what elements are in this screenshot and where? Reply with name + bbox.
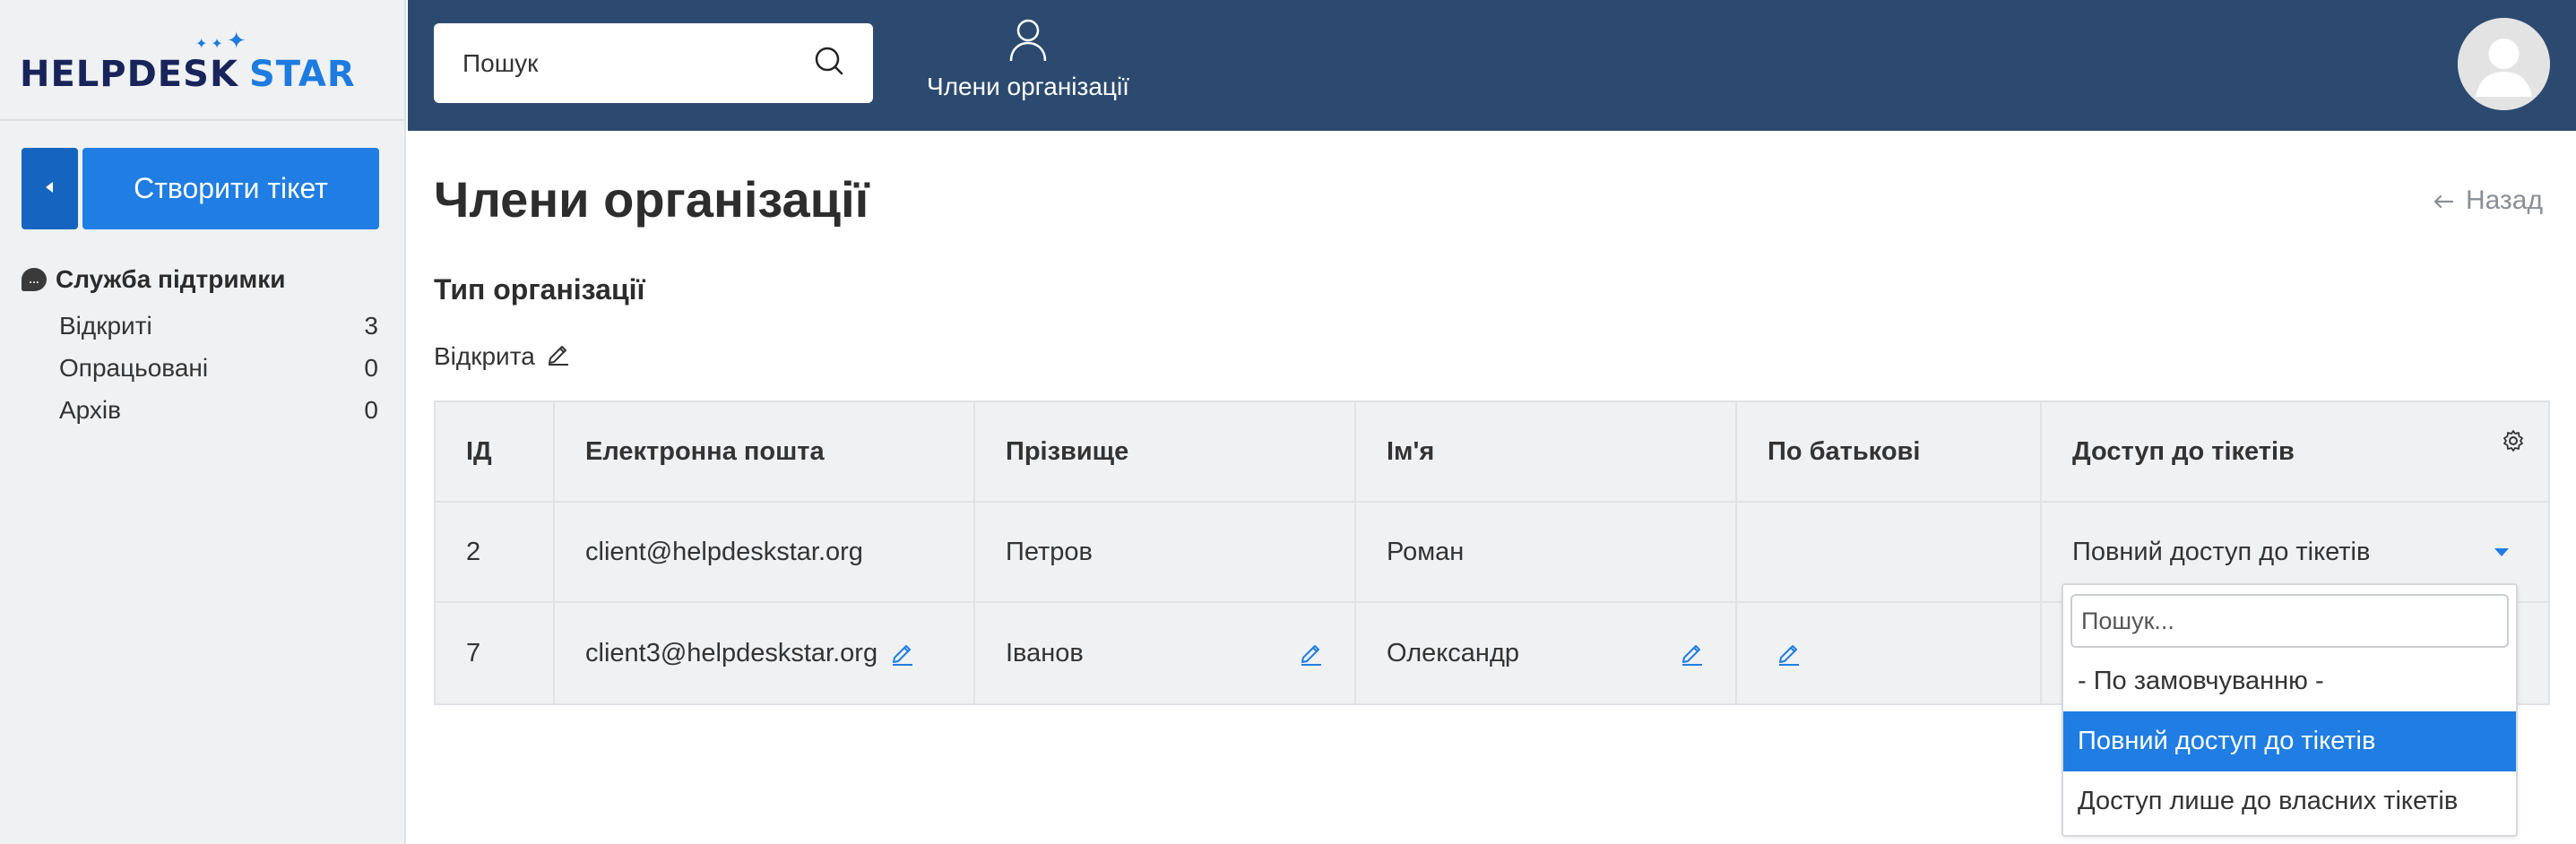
logo-stars-icon: ✦✦✦	[195, 27, 250, 54]
select-value: Повний доступ до тікетів	[2072, 538, 2518, 567]
chat-bubble-icon: …	[22, 268, 47, 291]
cell-last-name-value: Іванов	[1006, 638, 1084, 667]
caret-left-icon	[45, 181, 55, 197]
brand-name-part1: HELPDESK	[20, 54, 238, 95]
cell-first-name: Олександр	[1356, 603, 1737, 703]
select-value-label: Повний доступ до тікетів	[2072, 537, 2371, 566]
cell-id: 2	[436, 503, 555, 601]
create-ticket-group: Створити тікет	[22, 148, 379, 229]
user-icon	[1008, 19, 1048, 66]
cell-email: client@helpdeskstar.org	[555, 503, 975, 601]
sidebar: ✦✦✦ HELPDESK STAR Створити тікет … Служба…	[0, 0, 406, 844]
brand-logo[interactable]: HELPDESK STAR	[20, 54, 356, 95]
sidebar-item-open[interactable]: Відкриті 3	[59, 305, 378, 347]
table-header-row: ІД Електронна пошта Прізвище Ім'я По бат…	[436, 402, 2548, 503]
dropdown-option-own-tickets[interactable]: Доступ лише до власних тікетів	[2063, 771, 2516, 831]
create-ticket-button[interactable]: Створити тікет	[82, 148, 379, 229]
logo-area: ✦✦✦ HELPDESK STAR	[0, 0, 404, 121]
cell-middle-name	[1737, 503, 2042, 601]
cell-middle-name	[1737, 603, 2042, 703]
avatar[interactable]	[2458, 18, 2550, 110]
dropdown-search-input[interactable]	[2081, 607, 2498, 635]
sidebar-item-processed[interactable]: Опрацьовані 0	[59, 347, 378, 389]
nav-members-label: Члени організації	[927, 73, 1129, 100]
back-label: Назад	[2466, 185, 2543, 215]
dropdown-option-default[interactable]: - По замовчуванню -	[2063, 651, 2516, 711]
search-icon[interactable]	[814, 46, 844, 81]
cell-email-value: client3@helpdeskstar.org	[585, 638, 878, 667]
caret-down-icon	[2494, 547, 2509, 556]
cell-last-name: Петров	[975, 503, 1356, 601]
search-input[interactable]	[462, 48, 814, 78]
support-title-label: Служба підтримки	[56, 265, 286, 293]
column-header-id[interactable]: ІД	[436, 402, 555, 501]
ticket-access-dropdown: - По замовчуванню - Повний доступ до тік…	[2062, 583, 2518, 837]
edit-org-type-icon[interactable]	[546, 340, 571, 372]
column-header-last-name[interactable]: Прізвище	[975, 402, 1356, 501]
sidebar-item-count: 3	[364, 311, 378, 340]
sidebar-item-label: Відкриті	[59, 311, 152, 340]
support-section-title[interactable]: … Служба підтримки	[22, 265, 285, 294]
ticket-menu: Відкриті 3 Опрацьовані 0 Архів 0	[59, 305, 378, 431]
top-bar: Члени організації	[408, 0, 2576, 131]
search-box	[434, 23, 873, 103]
cell-last-name: Іванов	[975, 603, 1356, 703]
org-type-row: Відкрита	[434, 340, 571, 372]
sidebar-item-label: Архів	[59, 395, 122, 424]
column-header-first-name[interactable]: Ім'я	[1356, 402, 1737, 501]
sidebar-item-count: 0	[364, 353, 378, 382]
column-header-email[interactable]: Електронна пошта	[555, 402, 975, 501]
edit-first-name-icon[interactable]	[1680, 640, 1705, 667]
edit-email-icon[interactable]	[890, 640, 915, 667]
column-header-ticket-access[interactable]: Доступ до тікетів	[2042, 402, 2548, 501]
dropdown-option-full-access[interactable]: Повний доступ до тікетів	[2063, 711, 2516, 771]
brand-name-part2: STAR	[248, 54, 356, 95]
gear-icon[interactable]	[2502, 429, 2525, 460]
column-header-label: Доступ до тікетів	[2072, 436, 2295, 466]
collapse-sidebar-button[interactable]	[22, 148, 78, 229]
edit-last-name-icon[interactable]	[1299, 640, 1324, 667]
sidebar-item-count: 0	[364, 395, 378, 424]
cell-first-name-value: Олександр	[1387, 638, 1519, 667]
nav-members[interactable]: Члени організації	[921, 18, 1136, 101]
org-type-value: Відкрита	[434, 341, 535, 370]
org-type-title: Тип організації	[434, 273, 645, 306]
cell-first-name: Роман	[1356, 503, 1737, 601]
sidebar-item-archive[interactable]: Архів 0	[59, 389, 378, 431]
back-link[interactable]: Назад	[2433, 185, 2543, 216]
page-title: Члени організації	[434, 171, 869, 228]
dropdown-search-box	[2070, 594, 2509, 648]
cell-id: 7	[436, 603, 555, 703]
sidebar-item-label: Опрацьовані	[59, 353, 209, 382]
column-header-middle-name[interactable]: По батькові	[1737, 402, 2042, 501]
cell-email: client3@helpdeskstar.org	[555, 603, 975, 703]
arrow-left-icon	[2433, 185, 2454, 216]
edit-middle-name-icon[interactable]	[1776, 640, 1802, 667]
